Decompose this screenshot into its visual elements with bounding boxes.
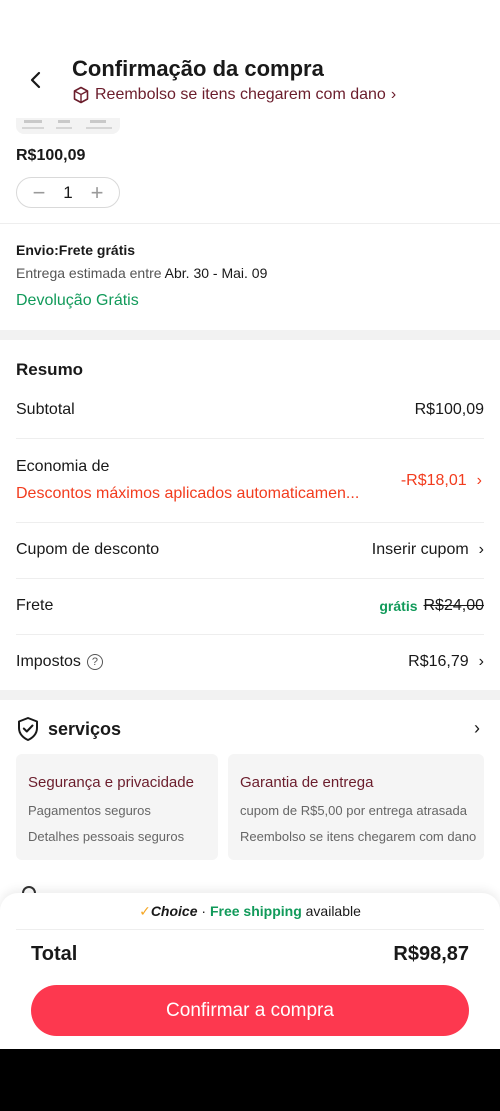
divider [16,438,484,439]
savings-value: -R$18,01 [400,472,467,489]
available-label: available [301,903,361,919]
chevron-right-icon: › [478,541,484,558]
header: Confirmação da compra Reembolso se itens… [0,0,500,118]
chevron-right-icon[interactable]: › [474,718,480,739]
system-nav-bar [0,1049,500,1111]
check-icon: ✓ [139,903,151,919]
checkout-bar: ✓Choice · Free shipping available Total … [0,893,500,1049]
shipping-title: Envio:Frete grátis [16,242,136,258]
divider [16,522,484,523]
choice-label: Choice [150,903,198,919]
shipping-cost-row: Frete grátis R$24,00 [16,597,484,615]
chevron-right-icon: › [390,86,397,103]
shipping-free-tag: grátis [379,598,418,614]
package-icon [73,86,89,104]
service-card-title: Segurança e privacidade [28,774,194,791]
refund-notice-link[interactable]: Reembolso se itens chegarem com dano › [72,86,396,104]
savings-description: Descontos máximos aplicados automaticame… [16,485,360,502]
service-card-item: Detalhes pessoais seguros [28,829,185,844]
services-header[interactable]: serviços [16,716,121,742]
coupon-row[interactable]: Cupom de desconto Inserir cupom › [16,541,484,559]
divider [0,223,500,224]
free-shipping-label: Free shipping [209,903,302,919]
service-card-security[interactable]: Segurança e privacidade Pagamentos segur… [16,754,218,860]
confirm-purchase-button[interactable]: Confirmar a compra [31,985,469,1036]
tax-label: Impostos [16,653,81,670]
service-card-item: Pagamentos seguros [28,803,151,818]
quantity-value[interactable]: 1 [63,183,72,203]
estimate-prefix: Entrega estimada entre [16,265,165,281]
services-title: serviços [48,718,122,739]
shipping-old-price: R$24,00 [423,597,485,614]
choice-shipping-banner: ✓Choice · Free shipping available [0,903,500,920]
chevron-right-icon: › [478,653,484,670]
divider [16,929,484,930]
summary-title: Resumo [16,360,84,379]
savings-label: Economia de [16,458,110,475]
subtotal-label: Subtotal [16,401,75,418]
total-value: R$98,87 [393,943,469,965]
increase-button[interactable]: + [87,181,107,204]
separator-dot: · [197,903,210,919]
coupon-value: Inserir cupom [371,541,469,558]
product-price: R$100,09 [16,147,86,164]
shield-check-icon [18,717,38,741]
back-button[interactable] [22,66,50,94]
service-card-item: Reembolso se itens chegarem com dano [240,829,477,844]
service-card-item: cupom de R$5,00 por entrega atrasada [240,803,467,818]
savings-row[interactable]: -R$18,01 › [401,472,482,490]
free-return-label: Devolução Grátis [16,292,139,309]
total-label: Total [31,943,78,965]
estimate-dates: Abr. 30 - Mai. 09 [164,265,268,281]
back-arrow-icon [30,71,41,89]
coupon-label: Cupom de desconto [16,541,160,558]
divider [16,578,484,579]
page-title: Confirmação da compra [72,56,324,81]
section-gap [0,690,500,700]
shipping-cost-label: Frete [16,597,54,614]
help-icon[interactable]: ? [86,653,103,670]
subtotal-value: R$100,09 [414,401,484,418]
tax-value: R$16,79 [408,653,469,670]
subtotal-row: Subtotal R$100,09 [16,401,484,419]
tax-row[interactable]: Impostos? R$16,79 › [16,653,484,671]
delivery-estimate: Entrega estimada entre Abr. 30 - Mai. 09 [16,265,267,281]
refund-notice-text: Reembolso se itens chegarem com dano [95,86,386,103]
quantity-stepper: − 1 + [16,177,120,208]
decrease-button[interactable]: − [29,181,49,204]
chevron-right-icon: › [476,472,482,489]
product-image [16,116,120,134]
section-gap [0,330,500,340]
service-card-title: Garantia de entrega [240,774,374,791]
divider [16,634,484,635]
service-card-delivery[interactable]: Garantia de entrega cupom de R$5,00 por … [228,754,484,860]
